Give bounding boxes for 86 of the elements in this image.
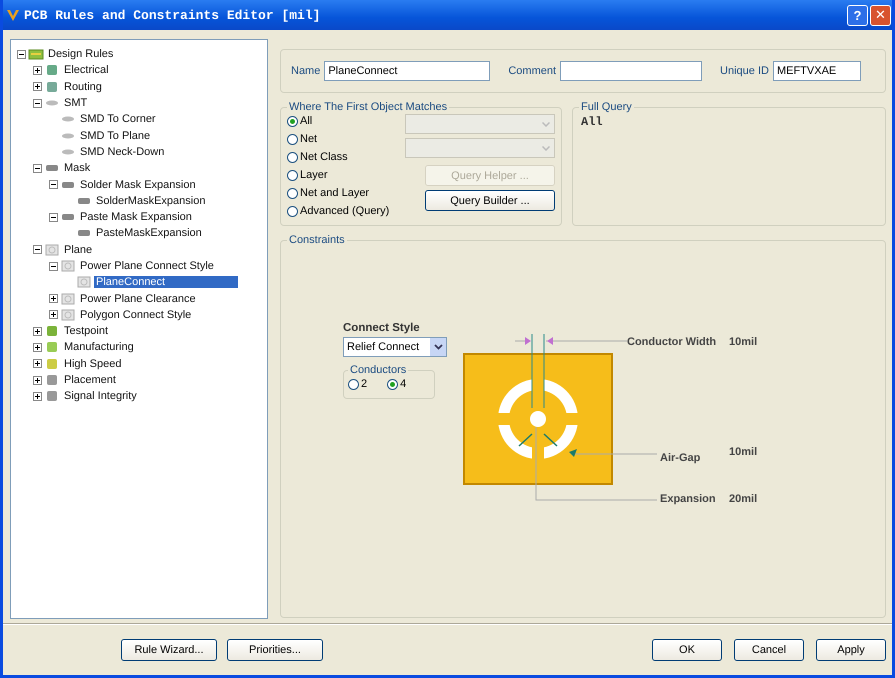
footer-button[interactable]: Cancel	[734, 639, 804, 661]
tree-item[interactable]: High Speed	[62, 358, 124, 370]
tree-item[interactable]: Placement	[62, 374, 118, 386]
tree-item[interactable]: SMD To Plane	[78, 130, 152, 142]
tree-item[interactable]: SMD To Corner	[78, 113, 158, 126]
tree-item[interactable]: Design Rules	[46, 48, 116, 60]
collapse-icon[interactable]	[33, 245, 42, 254]
tree-item[interactable]: PasteMaskExpansion	[94, 227, 204, 240]
collapse-icon[interactable]	[49, 212, 58, 222]
footer-button[interactable]: Rule Wizard...	[121, 639, 217, 661]
comment-label: Comment	[508, 65, 556, 77]
expand-icon[interactable]	[33, 359, 42, 368]
group-title: Conductors	[349, 364, 408, 376]
tree-item[interactable]: Routing	[62, 80, 104, 93]
radio-icon[interactable]	[287, 188, 298, 198]
collapse-icon[interactable]	[49, 262, 58, 270]
dimension-value: 10mil	[729, 336, 758, 348]
expand-icon[interactable]	[33, 326, 42, 336]
dimension-value: 10mil	[729, 446, 758, 458]
collapse-icon[interactable]	[49, 180, 58, 190]
connect-style-label: Connect Style	[343, 322, 421, 334]
tree-item[interactable]: Power Plane Connect Style	[78, 260, 216, 272]
group-title: Where The First Object Matches	[288, 101, 448, 113]
tree-item[interactable]: Paste Mask Expansion	[78, 211, 194, 224]
expand-icon[interactable]	[49, 310, 58, 320]
dimension-label: Air-Gap	[660, 452, 700, 464]
chevron-down-icon	[434, 344, 442, 350]
radio-option[interactable]: Layer	[287, 167, 390, 183]
tree-item[interactable]: Plane	[62, 244, 94, 256]
unique-id-field[interactable]: MEFTVXAE	[772, 61, 861, 81]
footer-button[interactable]: OK	[652, 639, 722, 661]
expand-icon[interactable]	[33, 342, 42, 352]
radio-icon[interactable]	[287, 134, 298, 144]
name-field[interactable]: PlaneConnect	[324, 61, 490, 81]
dimension-value: 20mil	[729, 493, 758, 505]
tree-item[interactable]: Signal Integrity	[62, 390, 139, 402]
radio-option[interactable]: 4	[387, 376, 406, 392]
tree-item[interactable]: Solder Mask Expansion	[78, 178, 198, 191]
radio-icon[interactable]	[287, 116, 298, 126]
window-title: PCB Rules and Constraints Editor [mil]	[24, 8, 320, 22]
name-label: Name	[291, 65, 320, 77]
radio-icon[interactable]	[348, 378, 359, 390]
tree-item[interactable]: SMT	[62, 97, 90, 110]
expand-icon[interactable]	[33, 82, 42, 92]
tree-item[interactable]: Electrical	[62, 64, 111, 76]
radio-icon[interactable]	[287, 170, 298, 180]
expand-icon[interactable]	[49, 294, 58, 304]
radio-icon[interactable]	[387, 378, 398, 390]
collapse-icon[interactable]	[17, 50, 26, 59]
app-logo-icon	[6, 8, 20, 22]
collapse-icon[interactable]	[33, 164, 42, 173]
radio-option[interactable]: Net	[287, 131, 390, 147]
radio-option[interactable]: All	[287, 113, 390, 129]
tree-item[interactable]: Testpoint	[62, 325, 110, 338]
footer-button[interactable]: Apply	[816, 639, 886, 661]
help-button[interactable]: ?	[847, 4, 868, 26]
group-title: Full Query	[580, 101, 633, 113]
tree-item[interactable]: Mask	[62, 162, 92, 174]
expand-icon[interactable]	[33, 66, 42, 75]
chevron-down-icon	[542, 146, 550, 150]
tree-item[interactable]: Polygon Connect Style	[78, 308, 194, 321]
tree-item[interactable]: SMD Neck-Down	[78, 146, 166, 158]
radio-option[interactable]: Advanced (Query)	[287, 203, 390, 219]
tree-item[interactable]: Manufacturing	[62, 341, 136, 354]
group-title: Constraints	[288, 234, 346, 246]
query-button[interactable]: Query Builder ...	[425, 190, 555, 211]
collapse-icon[interactable]	[33, 98, 42, 108]
dimension-label: Conductor Width	[627, 336, 716, 348]
tree-item[interactable]: Power Plane Clearance	[78, 292, 198, 305]
dimension-label: Expansion	[660, 493, 716, 505]
expand-icon[interactable]	[33, 392, 42, 401]
radio-icon[interactable]	[287, 152, 298, 162]
radio-option[interactable]: Net and Layer	[287, 185, 390, 201]
tree-item[interactable]: PlaneConnect	[94, 276, 238, 288]
connect-style-dropdown[interactable]: Relief Connect	[343, 337, 447, 357]
expand-icon[interactable]	[33, 376, 42, 385]
footer-button[interactable]: Priorities...	[227, 639, 323, 661]
radio-icon[interactable]	[287, 206, 298, 216]
query-text: All	[581, 115, 603, 129]
tree-item[interactable]: SolderMaskExpansion	[94, 194, 208, 207]
radio-option[interactable]: Net Class	[287, 149, 390, 165]
chevron-down-icon	[542, 122, 550, 126]
unique-id-label: Unique ID	[720, 65, 769, 77]
comment-field[interactable]	[560, 61, 702, 81]
close-button[interactable]: ✕	[870, 4, 891, 26]
radio-option[interactable]: 2	[348, 376, 368, 392]
